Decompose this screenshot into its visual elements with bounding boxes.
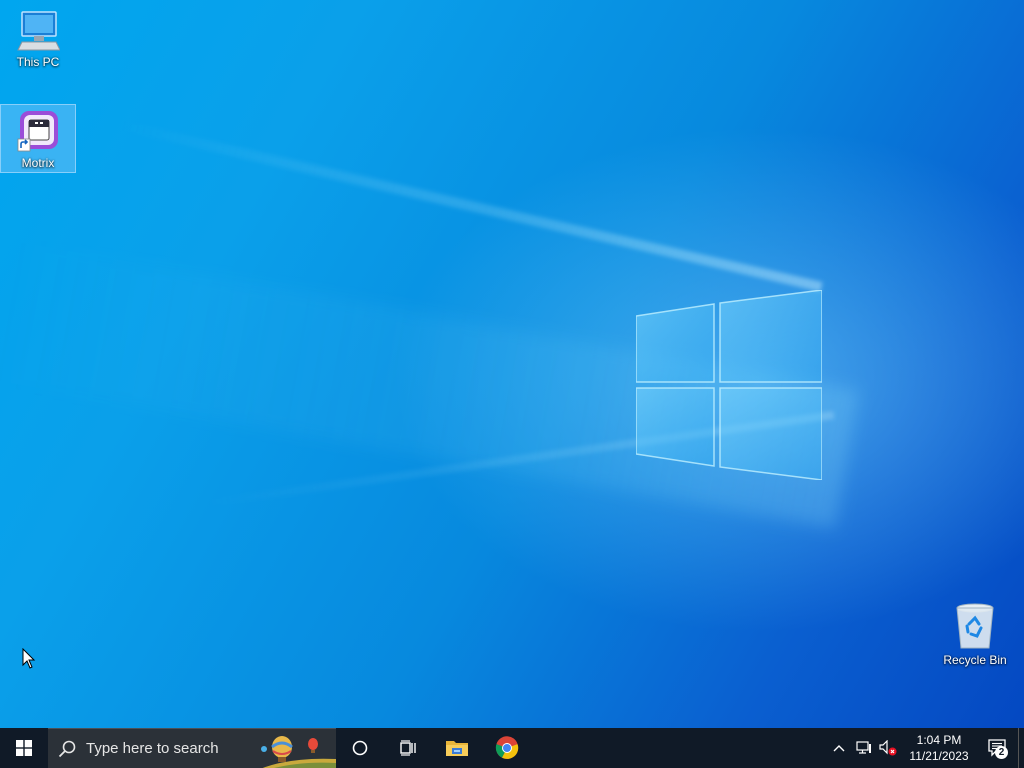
search-highlight-illustration: [261, 736, 336, 768]
search-icon: [58, 740, 76, 757]
desktop-icon-motrix[interactable]: Motrix: [0, 104, 76, 173]
desktop-icon-label: This PC: [16, 55, 60, 69]
taskbar-app-chrome[interactable]: [482, 728, 532, 768]
windows-logo-wallpaper: [636, 290, 822, 480]
desktop-icon-label: Recycle Bin: [943, 653, 1007, 667]
network-button[interactable]: [852, 728, 876, 768]
mouse-cursor-icon: [22, 648, 36, 669]
chevron-up-icon: [833, 745, 845, 752]
task-view-icon: [400, 740, 416, 756]
notification-count-badge: 2: [995, 746, 1008, 759]
recycle-bin-icon: [956, 603, 994, 649]
clock-button[interactable]: 1:04 PM 11/21/2023: [900, 728, 978, 768]
taskbar-search-box[interactable]: Type here to search: [48, 728, 336, 768]
light-beam: [118, 120, 823, 292]
taskbar: Type here to search 1:04 PM 11/21/2023 2: [0, 728, 1024, 768]
desktop-icon-label: Motrix: [21, 156, 55, 170]
motrix-app-icon: [17, 111, 58, 152]
volume-button[interactable]: [876, 728, 900, 768]
show-desktop-button[interactable]: [1018, 728, 1024, 768]
chrome-icon: [495, 736, 519, 759]
search-placeholder: Type here to search: [86, 740, 219, 757]
computer-icon: [17, 11, 60, 51]
show-hidden-icons-button[interactable]: [826, 728, 852, 768]
folder-icon: [446, 741, 468, 756]
start-button[interactable]: [0, 728, 48, 768]
desktop-icon-this-pc[interactable]: This PC: [0, 6, 76, 74]
clock-date: 11/21/2023: [909, 749, 969, 763]
system-tray: 1:04 PM 11/21/2023 2: [826, 728, 1024, 768]
desktop-icon-recycle-bin[interactable]: Recycle Bin: [936, 598, 1014, 670]
windows-start-icon: [16, 740, 32, 756]
taskbar-app-file-explorer[interactable]: [432, 728, 482, 768]
cortana-button[interactable]: [336, 728, 384, 768]
cortana-circle-icon: [352, 740, 368, 756]
network-icon: [856, 741, 871, 754]
action-center-button[interactable]: 2: [978, 728, 1018, 768]
clock-time: 1:04 PM: [916, 733, 962, 747]
desktop[interactable]: This PC Motrix Recycle Bin: [0, 0, 1024, 728]
task-view-button[interactable]: [384, 728, 432, 768]
volume-muted-icon: [879, 740, 897, 756]
